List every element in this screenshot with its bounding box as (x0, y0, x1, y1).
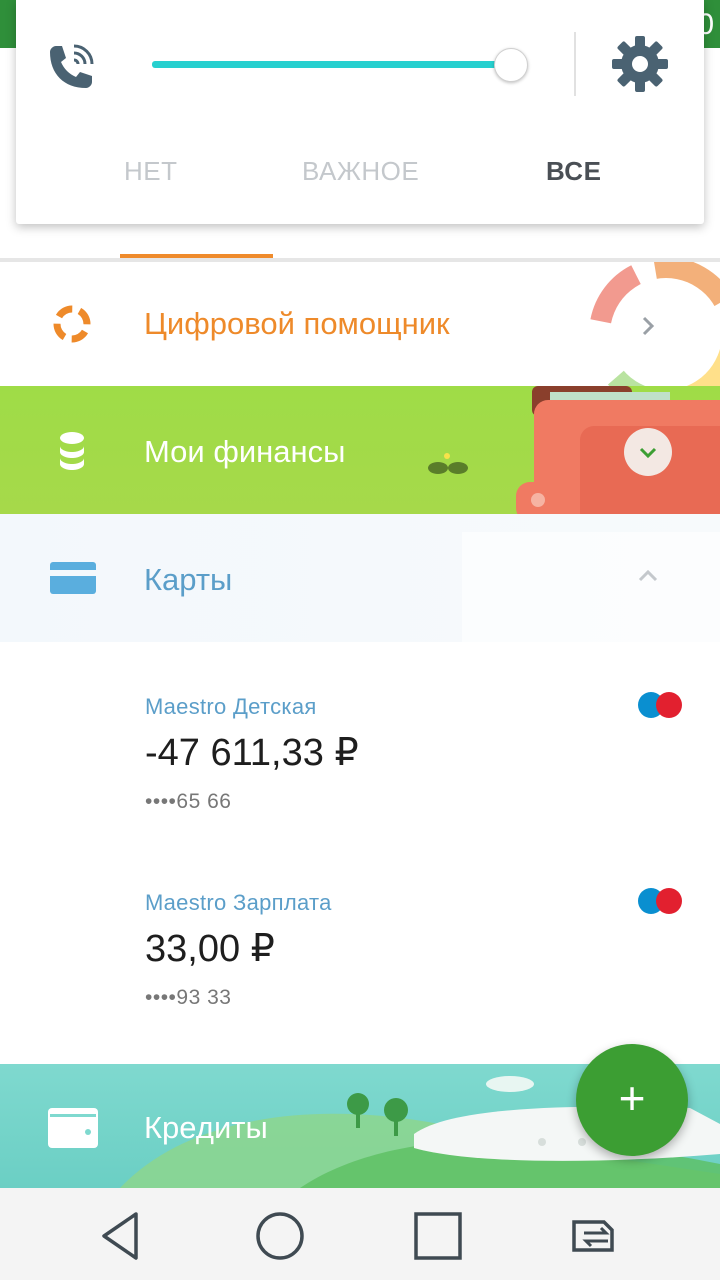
switch-sim-icon[interactable] (568, 1208, 624, 1264)
segment-none[interactable]: НЕТ (124, 156, 178, 187)
cards-section-label: Карты (144, 562, 233, 597)
wallet-illustration (516, 386, 720, 514)
segment-all[interactable]: ВСЕ (546, 156, 601, 187)
cards-section-header[interactable]: Карты (0, 514, 720, 642)
card-list-item[interactable]: Maestro Зарплата 33,00 ₽ ••••93 33 (0, 838, 720, 1034)
home-icon[interactable] (252, 1208, 308, 1264)
chevron-up-icon[interactable] (630, 558, 666, 594)
chevron-down-icon (639, 447, 657, 459)
assistant-ring-icon (53, 305, 91, 343)
sprout-decoration (428, 453, 468, 474)
expand-finances-button[interactable] (624, 428, 672, 476)
coins-stack-icon (60, 432, 84, 470)
maestro-logo-icon (638, 888, 682, 914)
my-finances-label: Мои финансы (144, 434, 346, 469)
divider (574, 32, 576, 96)
credits-label: Кредиты (144, 1110, 268, 1145)
card-number-mask: ••••65 66 (145, 790, 232, 813)
card-balance: -47 611,33 ₽ (145, 732, 359, 774)
volume-slider[interactable] (152, 48, 532, 82)
slider-thumb[interactable] (494, 48, 528, 82)
system-navigation-bar (0, 1188, 720, 1280)
card-number-mask: ••••93 33 (145, 986, 232, 1009)
recents-icon[interactable] (410, 1208, 466, 1264)
digital-assistant-row[interactable]: Цифровой помощник (0, 262, 720, 386)
wallet-icon (48, 1108, 98, 1148)
my-finances-row[interactable]: Мои финансы (0, 386, 720, 514)
card-name: Maestro Зарплата (145, 890, 332, 915)
notification-settings-popup: НЕТ ВАЖНОЕ ВСЕ (16, 0, 704, 224)
card-balance: 33,00 ₽ (145, 928, 275, 970)
chevron-right-icon[interactable] (630, 308, 666, 344)
phone-volume-icon[interactable] (40, 38, 100, 98)
gear-icon[interactable] (608, 32, 672, 96)
credit-card-icon (50, 562, 96, 594)
cards-background-art (462, 532, 720, 642)
digital-assistant-label: Цифровой помощник (144, 306, 450, 341)
plus-icon: + (618, 1072, 646, 1124)
maestro-logo-icon (638, 692, 682, 718)
add-button[interactable]: + (576, 1044, 688, 1156)
slider-track (152, 61, 512, 68)
segment-important[interactable]: ВАЖНОЕ (302, 156, 419, 187)
back-icon[interactable] (96, 1208, 152, 1264)
card-list-item[interactable]: Maestro Детская -47 611,33 ₽ ••••65 66 (0, 642, 720, 838)
card-name: Maestro Детская (145, 694, 317, 719)
